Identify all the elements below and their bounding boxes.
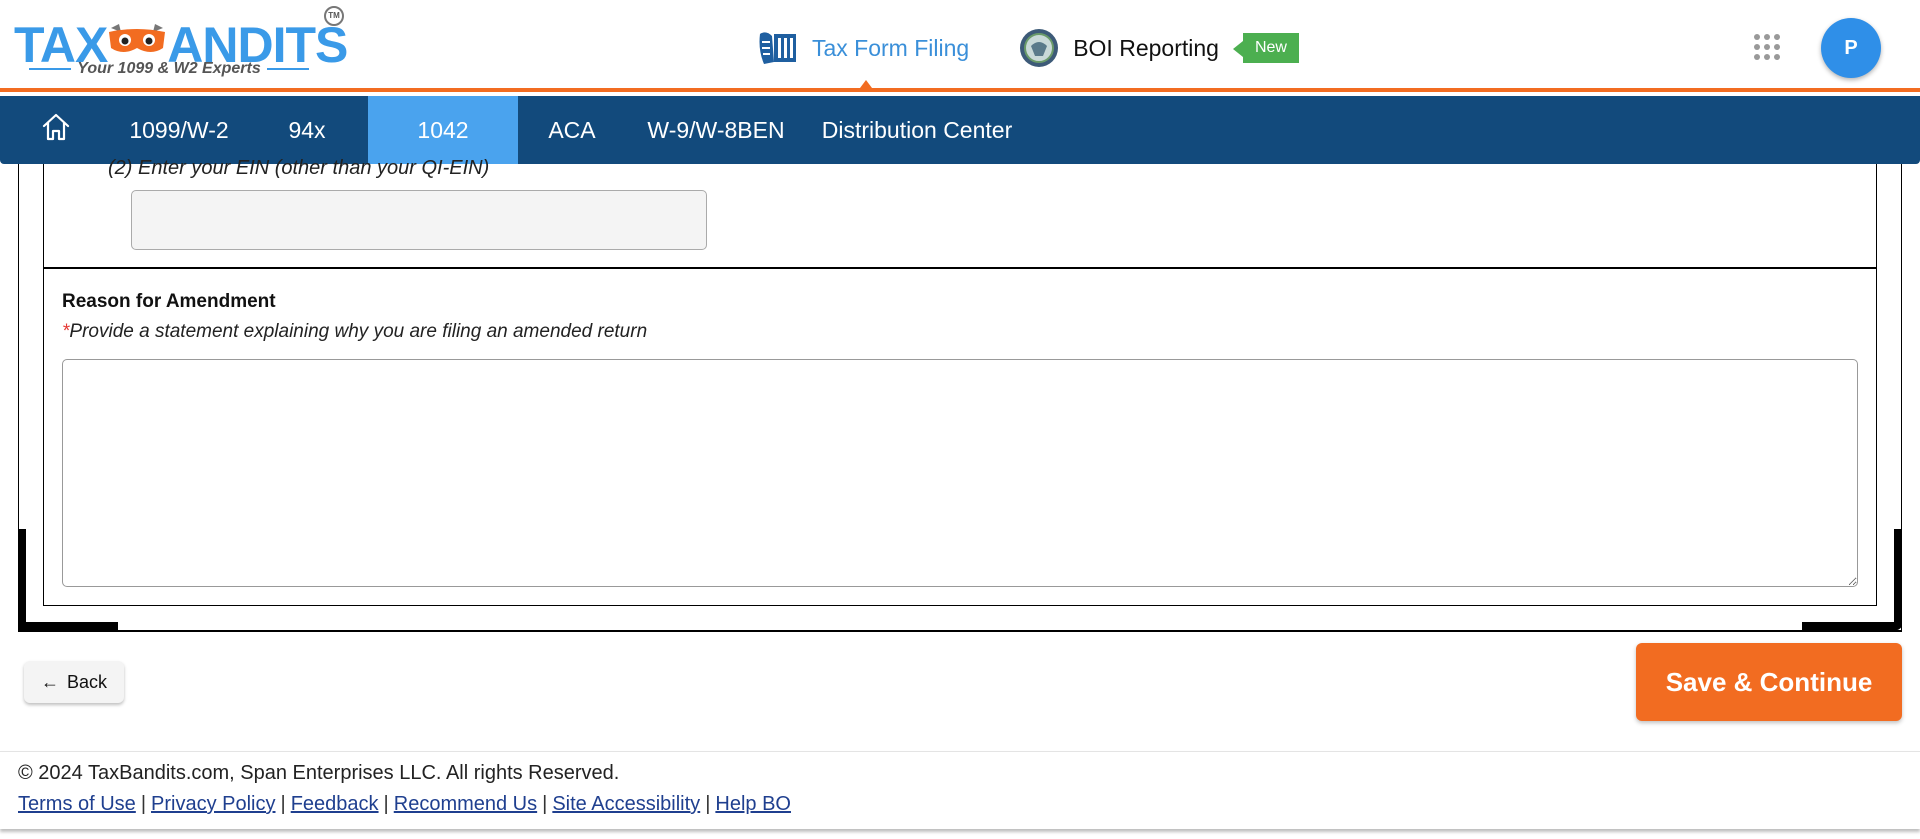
nav-distribution-center[interactable]: Distribution Center — [806, 96, 1028, 164]
arrow-left-icon: ← — [40, 671, 59, 692]
back-label: Back — [66, 671, 108, 692]
top-nav-label: Tax Form Filing — [812, 34, 970, 61]
section-divider — [43, 267, 1877, 269]
nav-1099-w2[interactable]: 1099/W-2 — [112, 96, 246, 164]
nav-aca[interactable]: ACA — [518, 96, 626, 164]
reason-subtitle: *Provide a statement explaining why you … — [62, 321, 647, 343]
footer: © 2024 TaxBandits.com, Span Enterprises … — [0, 751, 1920, 829]
bandit-mask-icon — [107, 12, 167, 52]
fincen-seal-icon — [1017, 28, 1061, 68]
nav-home[interactable] — [0, 96, 112, 164]
separator: | — [140, 793, 147, 815]
reason-subtitle-text: Provide a statement explaining why you a… — [69, 321, 648, 342]
footer-links: Terms of Use | Privacy Policy | Feedback | Rec… — [18, 793, 791, 816]
logo-tagline: Your 1099 & W2 Experts — [14, 60, 324, 78]
home-icon — [40, 111, 72, 149]
top-nav-boi-reporting[interactable]: BOI Reporting — [1017, 28, 1219, 68]
main-nav: 1099/W-2 94x 1042 ACA W-9/W-8BEN Distrib… — [0, 96, 1920, 164]
separator: | — [280, 793, 286, 815]
feedback-link[interactable]: Feedback — [291, 793, 379, 815]
apps-grid-icon[interactable] — [1754, 34, 1780, 60]
privacy-policy-link[interactable]: Privacy Policy — [151, 793, 275, 815]
back-button[interactable]: ← Back — [24, 661, 124, 703]
copyright-text: © 2024 TaxBandits.com, Span Enterprises … — [18, 762, 620, 784]
site-accessibility-link[interactable]: Site Accessibility — [552, 793, 700, 815]
top-nav-tax-form-filing[interactable]: Tax Form Filing — [756, 28, 969, 68]
nav-94x[interactable]: 94x — [246, 96, 368, 164]
irs-eagle-icon — [756, 28, 800, 68]
separator: | — [542, 793, 548, 815]
top-nav-label: BOI Reporting — [1073, 34, 1219, 61]
nav-w9-w8ben[interactable]: W-9/W-8BEN — [626, 96, 806, 164]
nav-1042[interactable]: 1042 — [368, 96, 518, 164]
separator: | — [383, 793, 389, 815]
separator: | — [705, 793, 711, 815]
frame-accent — [1894, 529, 1902, 630]
help-bo-link[interactable]: Help BO — [715, 793, 791, 815]
ein-input[interactable] — [131, 190, 707, 250]
taxbandits-logo[interactable]: TAX ANDITS TM Your 1099 & W2 Experts — [14, 6, 354, 82]
reason-textarea[interactable] — [62, 359, 1858, 587]
frame-accent — [18, 529, 26, 630]
active-caret — [857, 80, 875, 92]
reason-title: Reason for Amendment — [62, 291, 276, 312]
product-nav: Tax Form Filing BOI Reporting New — [756, 28, 1299, 68]
frame-accent — [18, 622, 118, 630]
trademark-icon: TM — [324, 6, 344, 26]
new-badge: New — [1232, 33, 1299, 63]
header: TAX ANDITS TM Your 1099 & W2 Experts Tax … — [0, 0, 1920, 92]
terms-of-use-link[interactable]: Terms of Use — [18, 793, 136, 815]
frame-accent — [1802, 622, 1902, 630]
ein-label: (2) Enter your EIN (other than your QI-E… — [108, 157, 490, 179]
user-avatar[interactable]: P — [1821, 18, 1881, 78]
save-continue-button[interactable]: Save & Continue — [1636, 643, 1902, 721]
recommend-us-link[interactable]: Recommend Us — [394, 793, 537, 815]
